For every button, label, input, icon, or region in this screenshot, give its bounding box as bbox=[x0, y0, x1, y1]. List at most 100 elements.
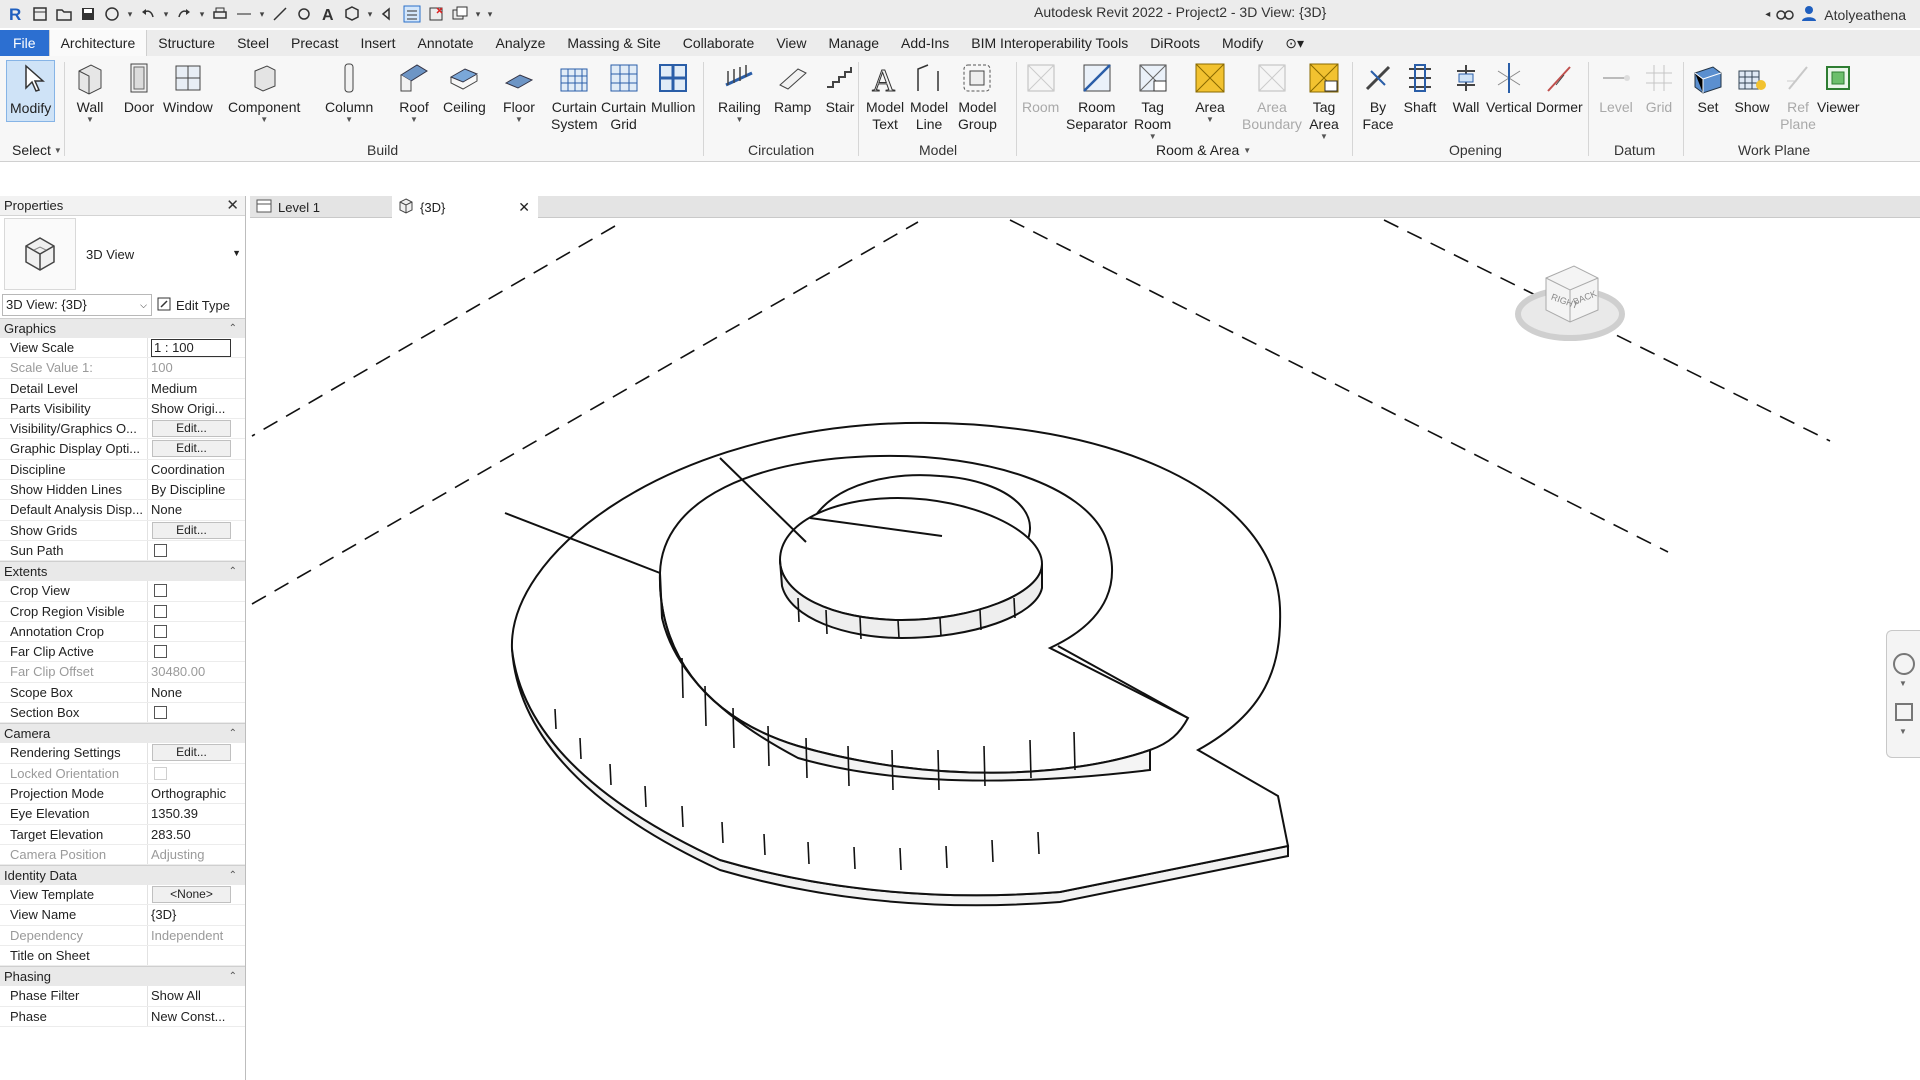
3d-view-dropdown-icon[interactable]: ▾ bbox=[366, 9, 374, 20]
thin-lines-icon[interactable] bbox=[402, 4, 422, 24]
window-button[interactable]: Window bbox=[163, 60, 213, 116]
collapse-icon[interactable]: ⌃ bbox=[229, 562, 237, 582]
prop-value[interactable]: Show All bbox=[151, 988, 201, 1003]
close-icon[interactable]: ✕ bbox=[226, 196, 239, 216]
revit-logo-icon[interactable]: R bbox=[6, 4, 26, 24]
mullion-button[interactable]: Mullion bbox=[651, 60, 695, 116]
tab-bim-interoperability-tools[interactable]: BIM Interoperability Tools bbox=[960, 30, 1139, 56]
select-panel-dropdown[interactable]: Select ▼ bbox=[12, 142, 62, 159]
zoom-region-icon[interactable] bbox=[1895, 703, 1913, 721]
ramp-button[interactable]: Ramp bbox=[774, 60, 811, 116]
open-icon[interactable] bbox=[54, 4, 74, 24]
prop-edit-button[interactable]: Edit... bbox=[152, 744, 231, 762]
prop-value[interactable]: Orthographic bbox=[151, 786, 226, 801]
room-button[interactable]: Room bbox=[1022, 60, 1059, 116]
tab-diroots[interactable]: DiRoots bbox=[1139, 30, 1211, 56]
stair-button[interactable]: Stair bbox=[822, 60, 858, 116]
prop-checkbox[interactable] bbox=[154, 645, 167, 659]
prop-checkbox[interactable] bbox=[154, 706, 167, 720]
redo-dropdown-icon[interactable]: ▾ bbox=[198, 9, 206, 20]
prop-value[interactable]: {3D} bbox=[151, 907, 176, 922]
measure-icon[interactable] bbox=[234, 4, 254, 24]
tab-collaborate[interactable]: Collaborate bbox=[672, 30, 766, 56]
set-work-plane-button[interactable]: Set bbox=[1690, 60, 1726, 116]
roof-button[interactable]: Roof ▼ bbox=[396, 60, 432, 124]
edit-type-button[interactable]: Edit Type bbox=[156, 296, 230, 315]
chevron-down-icon[interactable]: ▼ bbox=[232, 248, 241, 258]
print-icon[interactable] bbox=[210, 4, 230, 24]
contextual-tab-toggle-icon[interactable]: ⊙▾ bbox=[1274, 30, 1315, 56]
collapse-icon[interactable]: ⌃ bbox=[229, 724, 237, 744]
prop-edit-button[interactable]: Edit... bbox=[152, 420, 231, 438]
undo-icon[interactable] bbox=[138, 4, 158, 24]
default-3d-view-icon[interactable] bbox=[342, 4, 362, 24]
tab-insert[interactable]: Insert bbox=[349, 30, 406, 56]
show-work-plane-button[interactable]: Show bbox=[1734, 60, 1770, 116]
prop-checkbox[interactable] bbox=[154, 604, 167, 618]
collapse-icon[interactable]: ⌃ bbox=[229, 319, 237, 339]
chevron-down-icon[interactable]: ▼ bbox=[1899, 727, 1907, 736]
model-text-button[interactable]: A Model Text bbox=[866, 60, 904, 133]
tag-area-button[interactable]: Tag Area ▼ bbox=[1306, 60, 1342, 141]
door-button[interactable]: Door bbox=[121, 60, 157, 116]
user-icon[interactable] bbox=[1800, 4, 1818, 25]
viewcube[interactable]: RIGHT BACK bbox=[1515, 265, 1625, 341]
viewer-button[interactable]: Viewer bbox=[1817, 60, 1860, 116]
model-group-button[interactable]: Model Group bbox=[958, 60, 997, 133]
area-boundary-button[interactable]: Area Boundary bbox=[1242, 60, 1302, 133]
type-selector[interactable]: 3D View ▼ bbox=[0, 216, 245, 292]
grid-button[interactable]: Grid bbox=[1641, 60, 1677, 116]
prop-value[interactable]: 283.50 bbox=[151, 827, 191, 842]
prop-value[interactable]: 1350.39 bbox=[151, 806, 198, 821]
tab-precast[interactable]: Precast bbox=[280, 30, 349, 56]
tab-steel[interactable]: Steel bbox=[226, 30, 280, 56]
section-extents[interactable]: Extents ⌃ bbox=[0, 561, 245, 582]
ceiling-button[interactable]: Ceiling bbox=[443, 60, 486, 116]
save-icon[interactable] bbox=[78, 4, 98, 24]
customize-qat-icon[interactable]: ▾ bbox=[486, 9, 494, 20]
measure-dropdown-icon[interactable]: ▾ bbox=[258, 9, 266, 20]
steering-wheel-icon[interactable] bbox=[1893, 653, 1915, 675]
section-identity[interactable]: Identity Data ⌃ bbox=[0, 865, 245, 886]
prop-value[interactable]: By Discipline bbox=[151, 482, 225, 497]
chevron-left-icon[interactable]: ◂ bbox=[1765, 9, 1770, 20]
prop-value[interactable]: New Const... bbox=[151, 1009, 225, 1024]
column-button[interactable]: Column ▼ bbox=[325, 60, 373, 124]
tag-icon[interactable] bbox=[294, 4, 314, 24]
wall-opening-button[interactable]: Wall bbox=[1448, 60, 1484, 116]
sync-icon[interactable] bbox=[102, 4, 122, 24]
prop-edit-button[interactable]: Edit... bbox=[152, 521, 231, 539]
tag-room-button[interactable]: Tag Room ▼ bbox=[1134, 60, 1171, 141]
area-button[interactable]: Area ▼ bbox=[1192, 60, 1228, 124]
collapse-icon[interactable]: ⌃ bbox=[229, 866, 237, 886]
by-face-button[interactable]: By Face bbox=[1360, 60, 1396, 133]
undo-dropdown-icon[interactable]: ▾ bbox=[162, 9, 170, 20]
tab-manage[interactable]: Manage bbox=[817, 30, 890, 56]
collapse-icon[interactable]: ⌃ bbox=[229, 967, 237, 987]
tab-view[interactable]: View bbox=[765, 30, 817, 56]
dormer-button[interactable]: Dormer bbox=[1536, 60, 1583, 116]
chevron-down-icon[interactable]: ▼ bbox=[1899, 679, 1907, 688]
curtain-grid-button[interactable]: Curtain Grid bbox=[601, 60, 646, 133]
tab-file[interactable]: File bbox=[0, 30, 49, 56]
prop-checkbox[interactable] bbox=[154, 624, 167, 638]
instance-filter-select[interactable]: 3D View: {3D} ⌵ bbox=[2, 294, 152, 316]
home-icon[interactable] bbox=[30, 4, 50, 24]
floor-button[interactable]: Floor ▼ bbox=[501, 60, 537, 124]
switch-windows-dropdown-icon[interactable]: ▾ bbox=[474, 9, 482, 20]
close-icon[interactable]: ✕ bbox=[518, 199, 530, 216]
modify-button[interactable]: Modify bbox=[6, 60, 56, 122]
view-scale-input[interactable]: 1 : 100 bbox=[151, 339, 231, 357]
prop-value[interactable]: None bbox=[151, 502, 182, 517]
model-line-button[interactable]: Model Line bbox=[910, 60, 948, 133]
redo-icon[interactable] bbox=[174, 4, 194, 24]
vertical-opening-button[interactable]: Vertical bbox=[1486, 60, 1532, 116]
tab-architecture[interactable]: Architecture bbox=[48, 30, 148, 56]
aligned-dimension-icon[interactable] bbox=[270, 4, 290, 24]
ref-plane-button[interactable]: Ref Plane bbox=[1780, 60, 1816, 133]
prop-checkbox[interactable] bbox=[154, 543, 167, 557]
tab-massing-site[interactable]: Massing & Site bbox=[556, 30, 671, 56]
component-button[interactable]: Component ▼ bbox=[228, 60, 300, 124]
close-hidden-views-icon[interactable] bbox=[426, 4, 446, 24]
prop-edit-button[interactable]: <None> bbox=[152, 886, 231, 904]
